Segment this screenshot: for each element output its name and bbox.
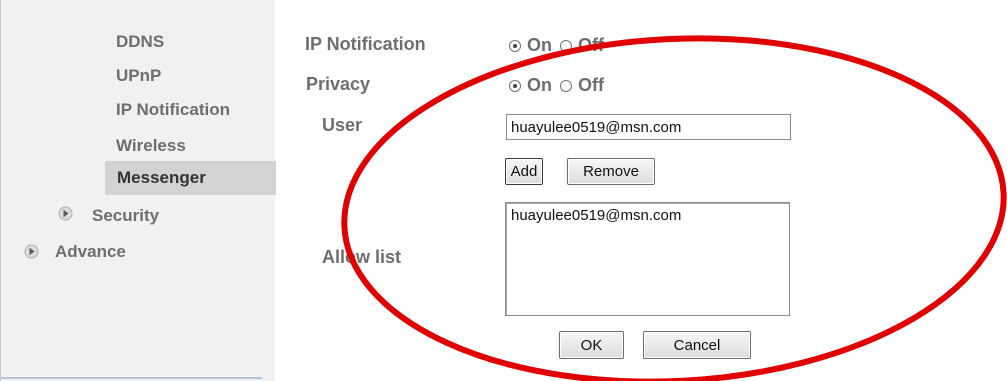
ip-notification-on-label: On: [527, 35, 552, 55]
ip-notification-off-radio[interactable]: [560, 39, 572, 52]
user-label: User: [322, 115, 363, 135]
allow-list-label: Allow list: [322, 247, 402, 267]
allow-list-item[interactable]: huayulee0519@msn.com: [511, 207, 784, 224]
sidebar-item-ip-notification[interactable]: IP Notification: [116, 100, 230, 120]
privacy-label: Privacy: [306, 74, 371, 94]
sidebar-group-security[interactable]: Security: [92, 206, 159, 226]
privacy-off-radio[interactable]: [560, 79, 572, 92]
ip-notification-label: IP Notification: [305, 34, 426, 54]
add-button[interactable]: Add: [505, 158, 543, 185]
sidebar-divider: [0, 377, 262, 379]
cancel-button[interactable]: Cancel: [643, 331, 751, 359]
allow-list-box[interactable]: huayulee0519@msn.com: [505, 202, 790, 316]
privacy-on-radio[interactable]: [509, 79, 521, 92]
privacy-off-label: Off: [578, 75, 604, 95]
privacy-on-label: On: [527, 75, 552, 95]
remove-button[interactable]: Remove: [567, 158, 655, 185]
ip-notification-radio-group: On Off: [509, 35, 612, 56]
sidebar-item-upnp[interactable]: UPnP: [116, 66, 161, 86]
ip-notification-on-radio[interactable]: [509, 39, 521, 52]
sidebar-item-messenger[interactable]: Messenger: [105, 161, 276, 195]
sidebar-nav: DDNS UPnP IP Notification Wireless Messe…: [0, 0, 276, 381]
privacy-radio-group: On Off: [509, 75, 612, 96]
sidebar-item-ddns[interactable]: DDNS: [116, 32, 164, 52]
expand-arrow-icon[interactable]: [58, 206, 73, 221]
expand-arrow-icon[interactable]: [24, 244, 39, 259]
sidebar-item-wireless[interactable]: Wireless: [116, 136, 186, 156]
user-input[interactable]: [506, 114, 791, 140]
ip-notification-off-label: Off: [578, 35, 604, 55]
sidebar-group-advance[interactable]: Advance: [55, 242, 126, 262]
ok-button[interactable]: OK: [559, 331, 624, 359]
